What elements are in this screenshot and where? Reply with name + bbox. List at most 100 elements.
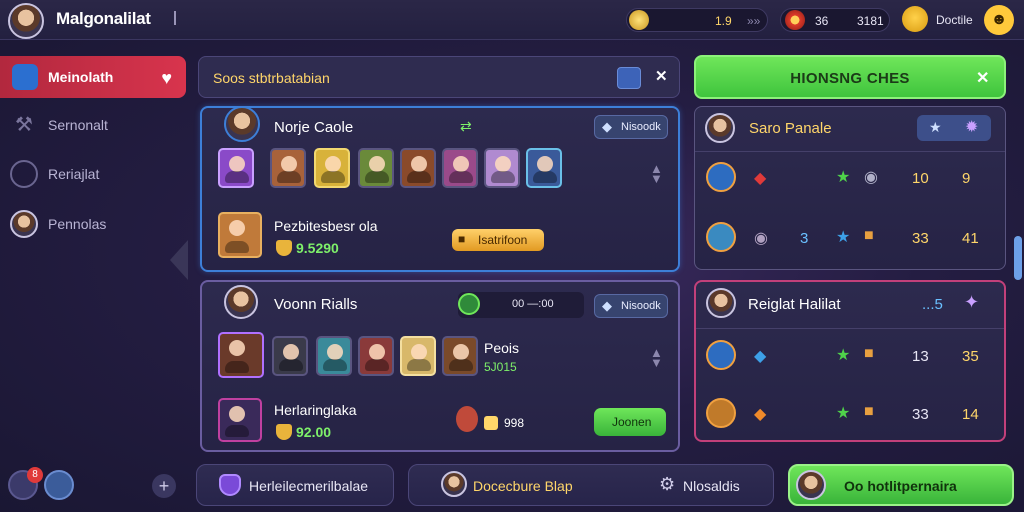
emoji-icon[interactable]: ☻ bbox=[984, 5, 1014, 35]
leaderboard-row[interactable]: ◉ 3 ★ ■ 33 41 bbox=[696, 214, 1004, 260]
team-name: Norje Caole bbox=[274, 119, 354, 136]
bottom-button-1[interactable]: Herleilecmerilbalae bbox=[196, 464, 394, 506]
hero-tile[interactable] bbox=[272, 336, 308, 376]
team-card-2[interactable]: Voonn Rialls 00 —:00 ◆ Nisoodk Peois 5J0… bbox=[200, 280, 680, 452]
sidebar-item-label: Pennolas bbox=[48, 216, 107, 232]
hero-tile[interactable] bbox=[442, 148, 478, 188]
sidebar-item-pennolas[interactable]: Pennolas bbox=[0, 203, 186, 245]
rank-badge bbox=[706, 162, 736, 192]
price: 9.5290 bbox=[296, 240, 339, 256]
team-avatar bbox=[224, 106, 260, 142]
featured-name: Herlaringlaka bbox=[274, 402, 357, 418]
promo-banner[interactable]: HIONSNG CHES ✕ bbox=[694, 55, 1006, 99]
team-card-1[interactable]: Norje Caole ⇄ ◆ Nisoodk ▲ ▼ Pezbitesbesr … bbox=[200, 106, 680, 272]
friends-button[interactable]: 8 bbox=[8, 467, 43, 500]
hero-tile[interactable] bbox=[314, 148, 350, 188]
skull-icon: ◉ bbox=[754, 230, 768, 247]
top-bar: Malgonalilat 1.9 »» 36 3181 Doctile ☻ bbox=[0, 0, 1024, 40]
rank-button[interactable]: ★ ✹ bbox=[917, 115, 991, 141]
rank-badge bbox=[706, 340, 736, 370]
gear-icon: ✹ bbox=[965, 119, 979, 136]
timer-pill: 00 —:00 bbox=[458, 292, 584, 318]
red-gem-icon: ◆ bbox=[754, 170, 767, 187]
scroll-left-arrow[interactable] bbox=[170, 240, 188, 280]
bottom-button-2[interactable]: Docecbure Blap ⚙ Nlosaldis bbox=[408, 464, 774, 506]
sidebar-item-reriajlat[interactable]: Reriajlat bbox=[0, 153, 186, 195]
action-button[interactable]: ◆ Nisoodk bbox=[594, 115, 668, 139]
hero-tile[interactable] bbox=[218, 332, 264, 378]
shield-icon: ◆ bbox=[602, 298, 612, 313]
featured-name: Pezbitesbesr ola bbox=[274, 218, 378, 234]
bottom-button-label: Docecbure Blap bbox=[473, 478, 573, 494]
filter-icon[interactable] bbox=[617, 67, 641, 89]
player-name: Malgonalilat bbox=[56, 9, 176, 28]
featured-hero[interactable] bbox=[218, 212, 262, 258]
rank-badge bbox=[706, 398, 736, 428]
search-bar[interactable]: Soos stbtrbatabian ✕ bbox=[198, 56, 680, 98]
search-input[interactable]: Soos stbtrbatabian bbox=[213, 70, 330, 86]
hero-tile[interactable] bbox=[526, 148, 562, 188]
buy-button[interactable]: ■ Isatrifoon bbox=[452, 229, 544, 251]
rank-badge bbox=[706, 222, 736, 252]
stat-value: 13 bbox=[912, 348, 929, 365]
stat-value: 10 bbox=[912, 170, 929, 187]
hero-tile[interactable] bbox=[358, 148, 394, 188]
settings-icon: ⚙ bbox=[659, 474, 676, 494]
action-button[interactable]: ◆ Nisoodk bbox=[594, 294, 668, 318]
bottom-button-label: Nlosaldis bbox=[683, 478, 740, 494]
group-button[interactable] bbox=[44, 470, 74, 500]
gold-shield-icon bbox=[276, 240, 292, 256]
player-avatar[interactable] bbox=[8, 3, 44, 39]
add-button[interactable]: + bbox=[152, 474, 176, 498]
side-value: 998 bbox=[504, 416, 525, 430]
hero-tile[interactable] bbox=[270, 148, 306, 188]
hero-tile[interactable] bbox=[400, 336, 436, 376]
hero-portrait-icon bbox=[796, 470, 826, 500]
close-icon[interactable]: ✕ bbox=[976, 68, 989, 88]
bottom-button-4[interactable]: Oo hotlitpernaira bbox=[788, 464, 1014, 506]
stat-value: 41 bbox=[962, 230, 979, 247]
promo-label: HIONSNG CHES bbox=[790, 70, 910, 87]
chest-icon: ■ bbox=[864, 403, 874, 420]
join-button[interactable]: Joonen bbox=[594, 408, 666, 436]
leader-avatar bbox=[705, 113, 735, 143]
hero-mini-icon bbox=[456, 406, 478, 432]
coin-counter[interactable]: 1.9 »» bbox=[626, 8, 768, 32]
ruby-counter[interactable]: 36 3181 bbox=[780, 8, 890, 32]
stat-value: 3 bbox=[800, 230, 809, 247]
right-scrollbar[interactable] bbox=[1014, 236, 1022, 280]
hero-tile[interactable] bbox=[484, 148, 520, 188]
sort-icon[interactable]: ▲ ▼ bbox=[650, 346, 663, 369]
leaderboard-row[interactable]: ◆ ★ ■ 13 35 bbox=[696, 332, 1004, 378]
leaderboard-row[interactable]: ◆ ★ ■ 33 14 bbox=[696, 390, 1004, 436]
profile-status[interactable]: Doctile bbox=[936, 13, 973, 27]
hero-tile[interactable] bbox=[358, 336, 394, 376]
helmet-icon: ◉ bbox=[864, 169, 878, 186]
featured-hero[interactable] bbox=[218, 398, 262, 442]
hero-tile[interactable] bbox=[442, 336, 478, 376]
row-divider bbox=[695, 151, 1005, 152]
sidebar-item-label: Reriajlat bbox=[48, 166, 100, 182]
chest-icon: ■ bbox=[458, 232, 466, 246]
coin-value: 1.9 bbox=[715, 14, 732, 28]
swap-icon[interactable]: ⇄ bbox=[460, 118, 472, 135]
row-divider bbox=[696, 328, 1004, 329]
stat-value: 35 bbox=[962, 348, 979, 365]
sidebar: Meinolath ♥ ⚒ Sernonalt Reriajlat Pennol… bbox=[0, 40, 190, 512]
sidebar-item-meinolath[interactable]: Meinolath ♥ bbox=[0, 56, 186, 98]
close-icon[interactable]: ✕ bbox=[655, 67, 668, 85]
leaderboard-row[interactable]: ◆ ★ ◉ 10 9 bbox=[696, 154, 1004, 200]
sort-icon[interactable]: ▲ ▼ bbox=[650, 162, 663, 185]
hero-tile[interactable] bbox=[400, 148, 436, 188]
clock-icon bbox=[458, 293, 480, 315]
cube-icon bbox=[12, 64, 38, 90]
hero-tile[interactable] bbox=[218, 148, 254, 188]
extra-name: Peois bbox=[484, 340, 520, 356]
shield-icon bbox=[219, 474, 241, 496]
star-icon: ★ bbox=[929, 119, 942, 135]
sidebar-item-sernonalt[interactable]: ⚒ Sernonalt bbox=[0, 104, 186, 146]
hero-tile[interactable] bbox=[316, 336, 352, 376]
compass-icon[interactable]: ✦ bbox=[964, 292, 979, 313]
gold-shield-icon bbox=[276, 424, 292, 440]
coin-icon bbox=[629, 10, 649, 30]
